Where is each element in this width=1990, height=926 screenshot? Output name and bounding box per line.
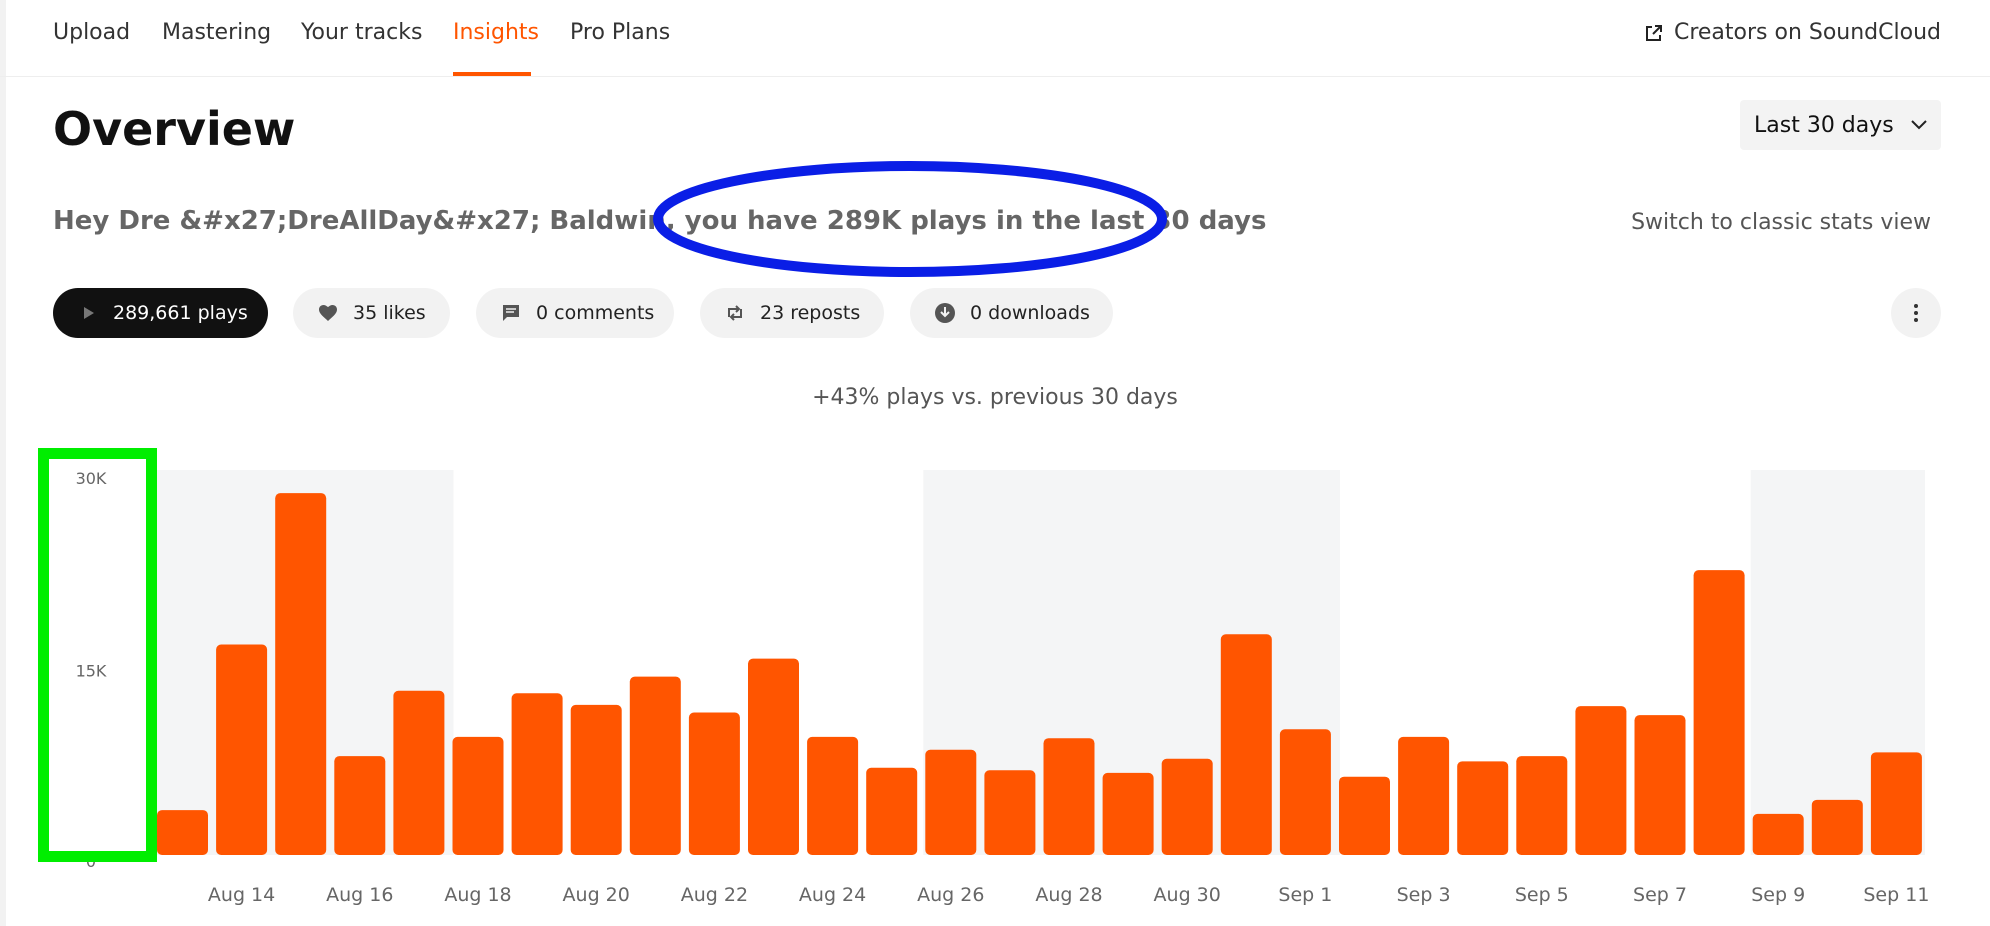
bar[interactable]: [1870, 752, 1922, 855]
x-tick-label: Sep 9: [1751, 884, 1805, 906]
bar[interactable]: [807, 736, 859, 855]
bar[interactable]: [275, 493, 327, 855]
bar[interactable]: [1457, 761, 1509, 855]
bar[interactable]: [925, 749, 977, 855]
bar[interactable]: [1634, 715, 1686, 855]
bar[interactable]: [511, 693, 563, 855]
bar[interactable]: [1339, 776, 1390, 855]
bar[interactable]: [1161, 758, 1213, 855]
x-tick-label: Aug 24: [799, 884, 866, 906]
bar[interactable]: [1516, 756, 1568, 855]
bar[interactable]: [1102, 772, 1154, 855]
bar[interactable]: [570, 704, 622, 855]
bar[interactable]: [1752, 813, 1804, 855]
bar[interactable]: [1220, 634, 1272, 855]
bar[interactable]: [1398, 736, 1450, 855]
x-tick-label: Sep 11: [1863, 884, 1929, 906]
x-tick-label: Sep 1: [1278, 884, 1332, 906]
bar[interactable]: [1279, 729, 1331, 855]
bar[interactable]: [984, 770, 1036, 855]
x-tick-label: Sep 5: [1515, 884, 1569, 906]
x-tick-label: Sep 7: [1633, 884, 1687, 906]
bar[interactable]: [1575, 706, 1627, 855]
x-tick-label: Sep 3: [1397, 884, 1451, 906]
plays-bar-chart: 015K30KAug 14 Aug 16 Aug 18 Aug 20 Aug 22 Aug…: [76, 469, 1930, 906]
bar[interactable]: [216, 644, 268, 855]
annotation-y-axis-box: [38, 448, 157, 862]
bar[interactable]: [334, 756, 386, 855]
x-tick-label: Aug 30: [1154, 884, 1221, 906]
x-tick-label: Aug 20: [563, 884, 630, 906]
annotation-ellipse: [653, 161, 1167, 277]
bar[interactable]: [1811, 799, 1863, 855]
x-tick-label: Aug 14: [208, 884, 275, 906]
bar[interactable]: [688, 712, 740, 855]
x-tick-label: Aug 16: [326, 884, 393, 906]
x-tick-label: Aug 28: [1035, 884, 1102, 906]
bar[interactable]: [393, 690, 445, 855]
bar[interactable]: [748, 658, 799, 855]
bar[interactable]: [452, 736, 504, 855]
x-tick-label: Aug 18: [444, 884, 511, 906]
bar[interactable]: [629, 676, 681, 855]
bar[interactable]: [1043, 738, 1095, 855]
x-tick-label: Aug 26: [917, 884, 984, 906]
bar[interactable]: [157, 810, 208, 855]
bar[interactable]: [1693, 570, 1745, 855]
x-tick-label: Aug 22: [681, 884, 748, 906]
bar[interactable]: [866, 767, 918, 855]
